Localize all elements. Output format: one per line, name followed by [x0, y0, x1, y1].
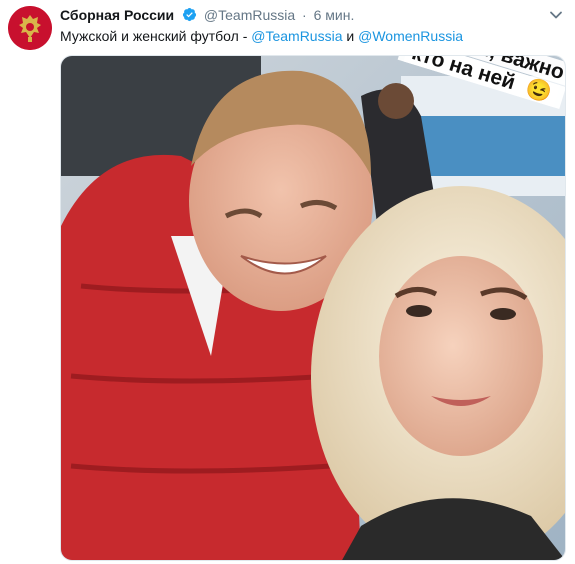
selfie-photo-illustration [61, 56, 565, 560]
author-name[interactable]: Сборная России [60, 7, 174, 23]
verified-badge-icon [182, 7, 197, 22]
tweet-photo[interactable]: фия, важно кто на ней😉 [60, 55, 566, 561]
tweet-timestamp[interactable]: 6 мин. [314, 7, 355, 23]
mention-womenrussia[interactable]: @WomenRussia [358, 28, 463, 44]
russia-crest-icon [8, 6, 52, 50]
author-handle[interactable]: @TeamRussia [204, 7, 295, 23]
mention-teamrussia[interactable]: @TeamRussia [251, 28, 342, 44]
tweet[interactable]: Сборная России @TeamRussia · 6 мин. Мужс… [0, 0, 575, 564]
tweet-text: Мужской и женский футбол - @TeamRussia и… [60, 27, 463, 45]
tweet-text-conjunction: и [342, 28, 359, 44]
author-avatar[interactable] [8, 6, 52, 50]
separator-dot: · [302, 7, 307, 23]
tweet-header: Сборная России @TeamRussia · 6 мин. [60, 6, 565, 26]
chevron-down-icon[interactable] [549, 8, 563, 22]
tweet-text-prefix: Мужской и женский футбол - [60, 28, 252, 44]
